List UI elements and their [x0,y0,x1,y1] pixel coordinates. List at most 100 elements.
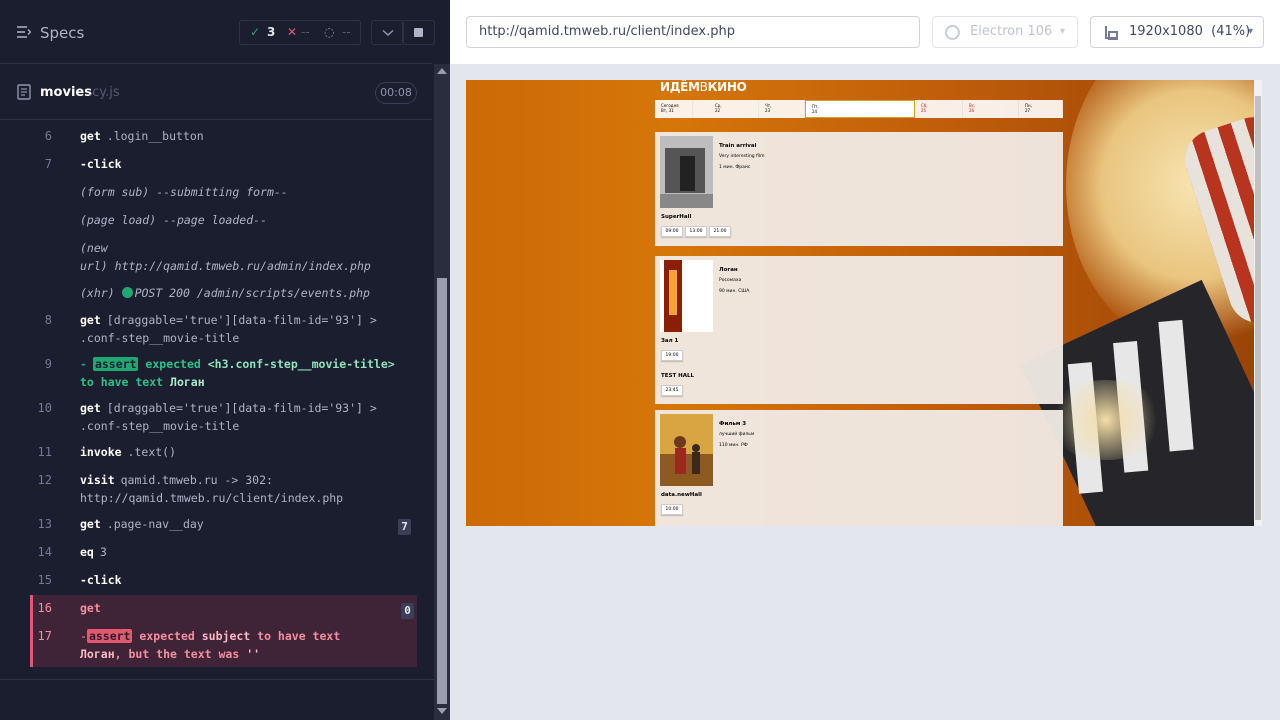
panel-divider [0,679,434,680]
command-name: eq [80,545,94,559]
event-label: (form sub) [80,185,150,199]
movie-meta: 1 мин. Франс [719,165,751,170]
aut-scroll-thumb[interactable] [1255,96,1261,520]
command-number: 11 [37,445,52,459]
document-icon [17,84,31,100]
chevron-down-icon: ▾ [1247,26,1253,37]
stop-icon [414,27,423,37]
chevron-down-icon [381,29,394,37]
reporter-scroll-thumb[interactable] [437,278,447,704]
event-label: (xhr) [80,286,115,300]
pending-count: -- [342,25,351,39]
command-name: -click [80,157,122,171]
seance-time[interactable]: 13:00 [685,226,707,237]
event-label: (new [80,241,108,255]
event-message: --submitting form-- [156,185,288,199]
pass-check-icon: ✓ [250,25,261,39]
app-under-test-frame: ИДЁМВКИНО Сегодня Вт, 31 Ср, 22 Чт, 23 Пт, 2… [466,80,1254,526]
command-message: .page-nav__day [106,517,204,531]
command-number: 14 [37,545,52,559]
page-nav-day-chosen[interactable]: Пт, 24 [805,100,915,118]
movie-poster [660,260,713,332]
event-message: POST 200 /admin/scripts/events.php [134,286,370,300]
command-number: 10 [37,401,52,415]
scroll-down-arrow-icon[interactable] [437,708,447,714]
command-number: 16 [37,601,52,615]
command-message: [draggable='true'][data-film-id='93'] > [106,313,377,327]
movie-description: Very interesting film [719,154,765,159]
spec-file-ext: .cy.js [88,85,120,100]
movie-title: Логан [719,267,738,273]
command-number: 17 [37,629,52,643]
command-name: get [80,601,101,615]
spec-file-header: movies .cy.js 00:08 [0,65,432,120]
event-message: http://qamid.tmweb.ru/admin/index.php [114,259,371,273]
page-nav-day[interactable]: Ср, 22 [709,100,759,118]
browser-label: Electron 106 [970,24,1053,39]
seance-time[interactable]: 21:00 [709,226,731,237]
command-number: 6 [44,129,52,143]
command-message: .conf-step__movie-title [80,419,240,433]
movie-poster [660,136,713,208]
movie-meta: 110 мин. РФ [719,443,748,448]
specs-label[interactable]: Specs [40,24,84,42]
scroll-up-arrow-icon[interactable] [437,68,447,74]
failed-count: -- [301,25,310,39]
movie-description: лучший фильм [719,432,755,437]
chevron-down-icon: ▾ [1059,26,1065,37]
fail-x-icon: ✕ [287,25,298,39]
command-name: visit [80,473,115,487]
stop-button[interactable] [402,20,435,45]
viewport-selector[interactable]: 1920x1080 (41%) ▾ [1090,16,1264,48]
hall-title: SuperHall [661,214,692,220]
assert-tag: assert [86,629,133,643]
seance-time[interactable]: 23:45 [661,385,683,396]
electron-icon [945,25,960,40]
page-nav-day[interactable]: Сегодня Вт, 31 [655,100,693,118]
page-nav: Сегодня Вт, 31 Ср, 22 Чт, 23 Пт, 24 Сб, 25 Вс… [655,100,1063,118]
movie-title: Фильм 3 [719,421,747,427]
status-dot-icon [121,287,133,298]
event-message: --page loaded-- [163,213,267,227]
command-name: invoke [80,445,122,459]
page-nav-day[interactable]: Чт, 23 [759,100,805,118]
hall-title: data.newHall [661,492,702,498]
seance-time[interactable]: 09:00 [661,226,683,237]
browser-selector: Electron 106 ▾ [932,16,1078,48]
command-number: 13 [37,517,52,531]
command-name: get [80,129,101,143]
command-message: qamid.tmweb.ru -> 302: [120,473,273,487]
command-number: 12 [37,473,52,487]
failed-command-block: 16 get 0 17 - assert expected subject to … [30,595,417,667]
reporter-panel: Specs ✓ 3 ✕ -- ◌ -- movies .cy.js 00:08 [0,0,450,720]
movie-description: Росомаха [719,278,742,283]
hall-title: TEST HALL [661,373,695,379]
command-number: 9 [44,357,52,371]
command-message: .conf-step__movie-title [80,331,240,345]
popcorn-background [1046,380,1166,460]
event-label: url) [80,259,108,273]
spec-file-name[interactable]: movies [40,85,92,100]
command-name: -click [80,573,122,587]
command-name: get [80,313,101,327]
url-bar[interactable]: http://qamid.tmweb.ru/client/index.php [466,16,920,48]
seance-time[interactable]: 19:00 [661,350,683,361]
element-count-badge: 0 [401,603,414,619]
movie-card: Train arrival Very interesting film 1 ми… [655,132,1063,246]
test-stats: ✓ 3 ✕ -- ◌ -- [239,20,361,45]
command-name: get [80,401,101,415]
movie-title: Train arrival [719,143,757,149]
page-nav-day[interactable]: Пн, 27 [1019,100,1063,118]
command-message: [draggable='true'][data-film-id='93'] > [106,401,377,415]
page-nav-day[interactable]: Сб, 25 [915,100,963,118]
specs-list-icon[interactable] [17,26,31,38]
page-nav-day[interactable]: Вс, 26 [963,100,1019,118]
collapse-button[interactable] [371,20,404,45]
seance-time[interactable]: 10:00 [661,504,683,515]
viewport-label: 1920x1080 (41%) [1129,24,1251,39]
hall-title: Зал 1 [661,338,679,344]
reporter-header: Specs ✓ 3 ✕ -- ◌ -- [0,0,435,64]
element-count-badge: 7 [398,519,411,535]
command-number: 8 [44,313,52,327]
movie-card: Фильм 3 лучший фильм 110 мин. РФ data.ne… [655,410,1063,526]
